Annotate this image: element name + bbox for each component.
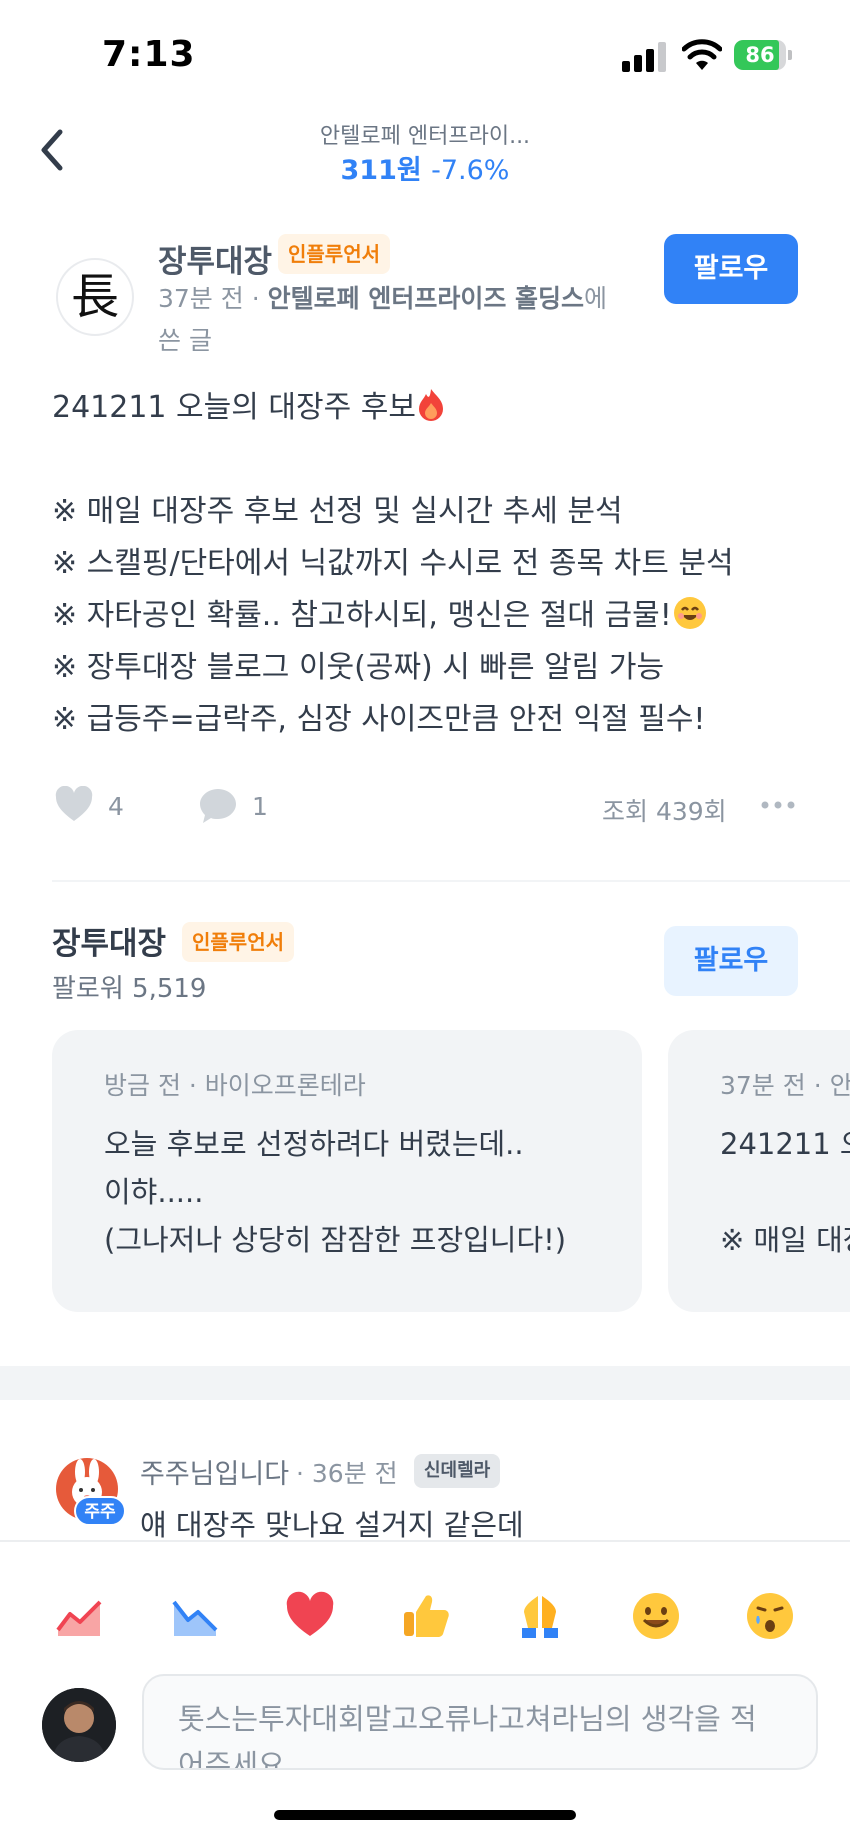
card-line: 이햐..... bbox=[104, 1175, 204, 1209]
post-meta: 37분 전 · 안텔로페 엔터프라이즈 홀딩스에 쓴 글 bbox=[158, 278, 638, 362]
comment-item: 주주 주주님입니다 · 36분 전 신데렐라 얘 대장주 맞나요 설거지 같은데 bbox=[0, 1440, 850, 1542]
author-post-card[interactable]: 방금 전 · 바이오프론테라 오늘 후보로 선정하려다 버렸는데.. 이햐...… bbox=[52, 1030, 642, 1312]
meta-separator: · bbox=[251, 284, 260, 313]
post-line: 241211 오늘의 대장주 후보 bbox=[52, 382, 812, 434]
post-line: ※ 매일 대장주 후보 선정 및 실시간 추세 분석 bbox=[52, 494, 623, 529]
author-section: 장투대장 인플루언서 팔로워 5,519 팔로우 bbox=[0, 912, 850, 1032]
post-line: ※ 장투대장 블로그 이웃(공짜) 시 빠른 알림 가능 bbox=[52, 650, 665, 685]
home-indicator bbox=[274, 1810, 576, 1820]
stock-change: -7.6% bbox=[431, 155, 510, 186]
card-line: (그나저나 상당히 잠잠한 프장입니다!) bbox=[104, 1223, 567, 1257]
stock-price-row: 311원 -7.6% bbox=[0, 148, 850, 187]
stock-name: 안텔로페 엔터프라이... bbox=[319, 124, 531, 149]
follow-button[interactable]: 팔로우 bbox=[664, 234, 798, 304]
stock-header: 안텔로페 엔터프라이... 311원 -7.6% bbox=[0, 100, 850, 210]
post-line bbox=[52, 434, 812, 486]
post-line: ※ 급등주=급락주, 심장 사이즈만큼 안전 익절 필수! bbox=[52, 702, 706, 737]
comment-count: 1 bbox=[252, 792, 268, 821]
follower-count: 팔로워 5,519 bbox=[52, 974, 207, 1004]
view-count: 조회 439회 bbox=[602, 797, 727, 826]
comment-input-row: 톳스는투자대회말고오류나고쳐라님의 생각을 적어주세요 bbox=[0, 1674, 850, 1784]
wifi-icon bbox=[682, 39, 722, 70]
comment-time: · 36분 전 bbox=[296, 1459, 398, 1488]
heart-icon[interactable] bbox=[54, 786, 94, 824]
post-line: ※ 스캘핑/단타에서 닉값까지 수시로 전 종목 차트 분석 bbox=[52, 546, 734, 581]
battery-icon: 86 bbox=[734, 40, 792, 70]
meta-suffix: 에 bbox=[584, 284, 608, 313]
commenter-badge: 신데렐라 bbox=[414, 1454, 501, 1488]
post-time: 37분 전 bbox=[158, 284, 244, 313]
card-line bbox=[720, 1168, 850, 1216]
author-name[interactable]: 장투대장 bbox=[158, 236, 272, 281]
fire-emoji-icon bbox=[418, 389, 443, 421]
like-count: 4 bbox=[108, 792, 124, 821]
comment-text: 얘 대장주 맞나요 설거지 같은데 bbox=[140, 1508, 524, 1542]
author-section-name[interactable]: 장투대장 bbox=[52, 918, 166, 963]
smile-emoji-icon bbox=[673, 597, 706, 629]
comment-composer: 톳스는투자대회말고오류나고쳐라님의 생각을 적어주세요 bbox=[0, 1540, 850, 1840]
smile-icon[interactable] bbox=[630, 1590, 682, 1642]
influencer-badge: 인플루언서 bbox=[182, 922, 294, 962]
more-dots-icon[interactable] bbox=[760, 798, 796, 812]
influencer-badge: 인플루언서 bbox=[278, 234, 390, 274]
chart-down-icon[interactable] bbox=[170, 1590, 222, 1642]
card-line: 오늘 후보로 선정하려다 버렸는데.. bbox=[104, 1127, 524, 1161]
reaction-bar bbox=[0, 1590, 850, 1650]
comment-input[interactable]: 톳스는투자대회말고오류나고쳐라님의 생각을 적어주세요 bbox=[142, 1674, 818, 1770]
stock-price: 311원 bbox=[340, 155, 422, 186]
section-divider bbox=[0, 1366, 850, 1400]
comment-bubble-icon[interactable] bbox=[198, 786, 238, 826]
card-line: ※ 매일 대장주 후보 선정 및 실시간 bbox=[720, 1223, 850, 1257]
commenter-name[interactable]: 주주님입니다 bbox=[140, 1452, 289, 1491]
status-time: 7:13 bbox=[102, 34, 196, 75]
card-meta: 37분 전 · 안텔로페 엔터프라이즈 홀딩스 bbox=[720, 1071, 850, 1100]
post-line: ※ 자타공인 확률.. 참고하시되, 맹신은 절대 금물! bbox=[52, 590, 812, 642]
status-bar: 7:13 86 bbox=[0, 0, 850, 100]
cellular-signal-icon bbox=[622, 42, 668, 72]
follow-button-secondary[interactable]: 팔로우 bbox=[664, 926, 798, 996]
heart-icon[interactable] bbox=[284, 1590, 336, 1642]
card-line: 241211 오늘의 대장주 후보 bbox=[720, 1127, 850, 1161]
commenter-tag: 주주 bbox=[74, 1496, 126, 1526]
post-actions: 4 1 조회 439회 bbox=[0, 784, 850, 834]
author-post-card[interactable]: 37분 전 · 안텔로페 엔터프라이즈 홀딩스 241211 오늘의 대장주 후… bbox=[668, 1030, 850, 1312]
card-content: 오늘 후보로 선정하려다 버렸는데.. 이햐..... (그나저나 상당히 잠잠… bbox=[104, 1120, 566, 1264]
chart-up-icon[interactable] bbox=[54, 1590, 106, 1642]
card-meta: 방금 전 · 바이오프론테라 bbox=[104, 1071, 366, 1100]
avatar[interactable]: 長 bbox=[56, 258, 134, 336]
stock-link[interactable]: 안텔로페 엔터프라이즈 홀딩스 bbox=[268, 284, 584, 313]
my-avatar[interactable] bbox=[42, 1688, 116, 1762]
post-body: 241211 오늘의 대장주 후보 ※ 매일 대장주 후보 선정 및 실시간 추… bbox=[52, 382, 812, 746]
battery-level: 86 bbox=[745, 43, 775, 67]
card-content: 241211 오늘의 대장주 후보 ※ 매일 대장주 후보 선정 및 실시간 bbox=[720, 1120, 850, 1264]
thumbs-up-icon[interactable] bbox=[400, 1590, 452, 1642]
sad-icon[interactable] bbox=[744, 1590, 796, 1642]
profile-photo-icon bbox=[42, 1688, 116, 1762]
post-author: 長 장투대장 인플루언서 37분 전 · 안텔로페 엔터프라이즈 홀딩스에 쓴 … bbox=[0, 232, 850, 362]
pray-icon[interactable] bbox=[514, 1590, 566, 1642]
meta-line2: 쓴 글 bbox=[158, 326, 212, 355]
divider bbox=[52, 880, 850, 882]
